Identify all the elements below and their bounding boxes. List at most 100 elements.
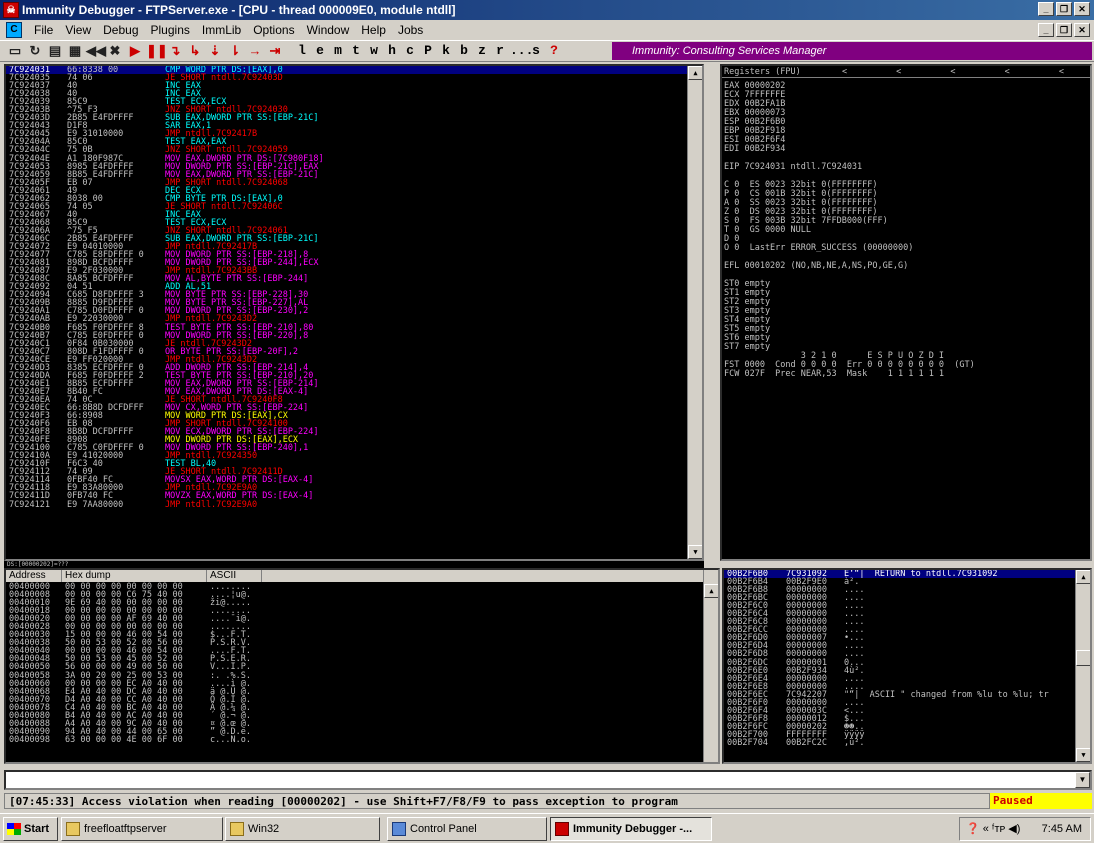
register-line[interactable]: O 0 LastErr ERROR_SUCCESS (00000000) <box>724 244 913 253</box>
command-dropdown-icon[interactable]: ▼ <box>1075 772 1090 788</box>
start-button[interactable]: Start <box>3 817 58 841</box>
stack-row[interactable]: 00B2F6EC 7C942207 "“| ASCII " changed from… <box>724 690 1090 699</box>
disasm-row[interactable]: 7C9240EC 66:8B8D DCFDFFF MOV CX,WORD PTR S… <box>6 404 702 413</box>
disasm-row[interactable]: 7C924035 74 06 JE SHORT ntdll.7C92403D <box>6 74 702 83</box>
stack-row[interactable]: 00B2F704 00B2FC2C ,ü². <box>724 739 1090 748</box>
stack-row[interactable]: 00B2F6C0 00000000.... <box>724 602 1090 611</box>
command-input[interactable]: ▼ <box>4 770 1092 790</box>
disasm-row[interactable]: 7C924059 8B85 E4FDFFFF MOV EAX,DWORD PTR S… <box>6 170 702 179</box>
disasm-row[interactable]: 7C92405F EB 07 JMP SHORT ntdll.7C924068 <box>6 178 702 187</box>
task-control-panel[interactable]: Control Panel <box>387 817 547 841</box>
stack-row[interactable]: 00B2F6B4 00B2F9E0 à². <box>724 578 1090 587</box>
stack-row[interactable]: 00B2F6CC 00000000.... <box>724 626 1090 635</box>
stack-row[interactable]: 00B2F6C8 00000000.... <box>724 618 1090 627</box>
hex-dump-pane[interactable]: Address Hex dump ASCII 00400000 00 00 00 … <box>4 568 720 764</box>
disasm-row[interactable]: 7C924121 E9 7AA80000 JMP ntdll.7C92E9A0 <box>6 500 702 509</box>
stack-row[interactable]: 00B2F6F0 00000000.... <box>724 698 1090 707</box>
register-line[interactable]: EDI 00B2F934 <box>724 145 785 154</box>
task-freefloatftpserver[interactable]: freefloatftpserver <box>61 817 223 841</box>
restart-icon[interactable]: ↻ <box>26 42 44 60</box>
menu-plugins[interactable]: Plugins <box>145 20 196 40</box>
disasm-row[interactable]: 7C92408C 8A85 BCFDFFFF MOV AL,BYTE PTR SS:… <box>6 275 702 284</box>
open-folder-icon[interactable]: ▭ <box>6 42 24 60</box>
attach-icon[interactable]: ▤ <box>46 42 64 60</box>
stack-row[interactable]: 00B2F6D0 00000007 •... <box>724 634 1090 643</box>
consulting-banner[interactable]: Immunity: Consulting Services Manager <box>612 42 1092 60</box>
run-icon[interactable]: ▶ <box>126 42 144 60</box>
toolbar-executables[interactable]: e <box>312 42 328 60</box>
disasm-scrollbar[interactable]: ▲ ▼ <box>687 66 702 559</box>
toolbar-help[interactable]: ? <box>546 42 562 60</box>
disasm-row[interactable]: 7C9240F8 8B8D DCFDFFFF MOV ECX,DWORD PTR S… <box>6 428 702 437</box>
stack-pane[interactable]: 00B2F6B0 7C931092 È‘“| RETURN to ntdll.7C9… <box>722 568 1092 764</box>
stack-row[interactable]: 00B2F6FC 00000202 ☻☻.. <box>724 723 1090 732</box>
execute-till-return-icon[interactable]: → <box>246 42 264 60</box>
task-win32[interactable]: Win32 <box>225 817 380 841</box>
step-over-icon[interactable]: ↳ <box>186 42 204 60</box>
stack-row[interactable]: 00B2F6BC 00000000.... <box>724 594 1090 603</box>
disasm-row[interactable]: 7C924038 40 INC EAX <box>6 90 702 99</box>
go-to-icon[interactable]: ⇥ <box>266 42 284 60</box>
register-line[interactable]: EIP 7C924031 ntdll.7C924031 <box>724 163 862 172</box>
dump-row[interactable]: 00400098 63 00 00 00 4E 00 6F 00 c...N.o. <box>6 736 706 745</box>
disasm-row[interactable]: 7C924065 74 05 JE SHORT ntdll.7C92406C <box>6 203 702 212</box>
disasm-row[interactable]: 7C924037 40 INC EAX <box>6 82 702 91</box>
dump-col-address[interactable]: Address <box>6 570 62 582</box>
rewind-icon[interactable]: ◀◀ <box>86 42 106 60</box>
stack-row[interactable]: 00B2F6D8 00000000.... <box>724 650 1090 659</box>
mdi-restore-button[interactable]: ❐ <box>1056 23 1072 37</box>
disasm-row[interactable]: 7C924045 E9 31010000 JMP ntdll.7C92417B <box>6 130 702 139</box>
mdi-minimize-button[interactable]: _ <box>1038 23 1054 37</box>
stack-scroll-down-icon[interactable]: ▼ <box>1076 748 1090 762</box>
stack-scroll-up-icon[interactable]: ▲ <box>1076 570 1090 584</box>
toolbar-patches[interactable]: P <box>420 42 436 60</box>
dump-col-ascii[interactable]: ASCII <box>207 570 262 582</box>
register-view-arrows[interactable]: < < < < < <box>842 66 1086 78</box>
stack-row[interactable]: 00B2F6B0 7C931092 È‘“| RETURN to ntdll.7C9… <box>724 570 1090 578</box>
toolbar-source[interactable]: s <box>528 42 544 60</box>
tray-icons[interactable]: ❓ « ᶠᴛᴘ ◀) <box>966 818 1020 840</box>
register-line[interactable]: FCW 027F Prec NEAR,53 Mask 1 1 1 1 1 1 <box>724 370 944 379</box>
menu-view[interactable]: View <box>59 20 97 40</box>
mdi-close-button[interactable]: ✕ <box>1074 23 1090 37</box>
toolbar-run-trace[interactable]: r <box>492 42 508 60</box>
stack-row[interactable]: 00B2F6F8 00000012 $... <box>724 715 1090 724</box>
toolbar-breakpoints[interactable]: b <box>456 42 472 60</box>
pause-icon[interactable]: ❚❚ <box>146 42 168 60</box>
dump-scroll-up-icon[interactable]: ▲ <box>704 584 718 598</box>
toolbar-cpu[interactable]: c <box>402 42 418 60</box>
stack-row[interactable]: 00B2F6B8 00000000.... <box>724 586 1090 595</box>
disasm-row[interactable]: 7C924067 40 INC EAX <box>6 211 702 220</box>
stack-row[interactable]: 00B2F6E0 00B2F934 4ù². <box>724 666 1090 675</box>
stack-row[interactable]: 00B2F6E4 00000000.... <box>724 674 1090 683</box>
stack-row[interactable]: 00B2F700 FFFFFFFF ÿÿÿÿ <box>724 731 1090 740</box>
disasm-row[interactable]: 7C9240F3 66:8908 MOV WORD PTR DS:[EAX],CX <box>6 412 702 421</box>
scroll-down-arrow-icon[interactable]: ▼ <box>688 545 702 559</box>
disasm-row[interactable]: 7C92410F F6C3 40 TEST BL,40 <box>6 460 702 469</box>
cpu-window-icon[interactable]: C <box>6 22 22 38</box>
close-button[interactable]: ✕ <box>1074 2 1090 16</box>
registers-pane[interactable]: Registers (FPU) < < < < < EAX 00000202 ECX… <box>720 64 1092 561</box>
disasm-row[interactable]: 7C924031 66:8338 00 CMP WORD PTR DS:[EAX],… <box>6 66 702 74</box>
trace-over-icon[interactable]: ⇂ <box>226 42 244 60</box>
dump-scrollbar[interactable]: ▲ <box>703 570 718 762</box>
dump-col-hex[interactable]: Hex dump <box>62 570 207 582</box>
register-line[interactable]: EFL 00010202 (NO,NB,NE,A,NS,PO,GE,G) <box>724 262 908 271</box>
disasm-row[interactable]: 7C924068 85C9 TEST ECX,ECX <box>6 219 702 228</box>
step-into-icon[interactable]: ↴ <box>166 42 184 60</box>
minimize-button[interactable]: _ <box>1038 2 1054 16</box>
toolbar-callstack[interactable]: k <box>438 42 454 60</box>
menu-debug[interactable]: Debug <box>97 20 144 40</box>
stack-row[interactable]: 00B2F6C4 00000000.... <box>724 610 1090 619</box>
stack-scroll-thumb[interactable] <box>1076 650 1090 666</box>
toolbar-more[interactable]: ... <box>510 42 533 60</box>
stack-row[interactable]: 00B2F6D4 00000000.... <box>724 642 1090 651</box>
disasm-row[interactable]: 7C92410A E9 41020000 JMP ntdll.7C924350 <box>6 452 702 461</box>
maximize-button[interactable]: ❐ <box>1056 2 1072 16</box>
stack-row[interactable]: 00B2F6F4 0000003C <... <box>724 707 1090 716</box>
menu-window[interactable]: Window <box>301 20 356 40</box>
disasm-row[interactable]: 7C92403D 2B85 E4FDFFFF SUB EAX,DWORD PTR S… <box>6 114 702 123</box>
toolbar-memory[interactable]: m <box>330 42 346 60</box>
stack-scrollbar[interactable]: ▲ ▼ <box>1075 570 1090 762</box>
pycommand-icon[interactable]: ▦ <box>66 42 84 60</box>
